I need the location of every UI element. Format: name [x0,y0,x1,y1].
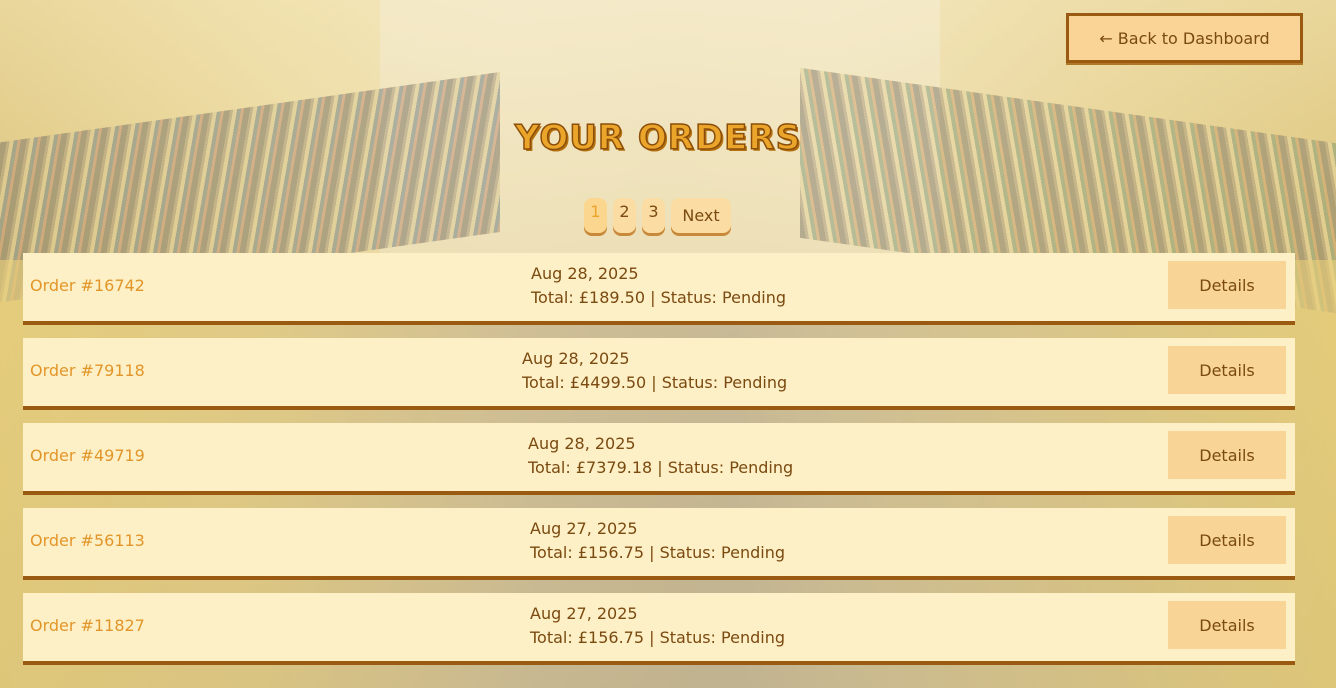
order-meta: Aug 28, 2025 Total: £189.50 | Status: Pe… [531,262,786,310]
details-button[interactable]: Details [1168,516,1286,564]
page-button-3[interactable]: 3 [642,198,665,233]
order-summary: Total: £189.50 | Status: Pending [531,288,786,307]
order-summary: Total: £7379.18 | Status: Pending [528,458,794,477]
order-row: Order #11827 Aug 27, 2025 Total: £156.75… [23,593,1295,665]
pagination: 1 2 3 Next [584,198,731,233]
order-date: Aug 27, 2025 [530,604,638,623]
order-summary: Total: £4499.50 | Status: Pending [522,373,788,392]
order-id: Order #11827 [30,615,145,635]
page-title: YOUR ORDERS [514,117,802,159]
order-date: Aug 28, 2025 [528,434,636,453]
order-meta: Aug 27, 2025 Total: £156.75 | Status: Pe… [530,517,785,565]
order-id: Order #79118 [30,360,145,380]
details-button[interactable]: Details [1168,431,1286,479]
order-id: Order #16742 [30,275,145,295]
page-button-2[interactable]: 2 [613,198,636,233]
order-row: Order #16742 Aug 28, 2025 Total: £189.50… [23,253,1295,325]
order-summary: Total: £156.75 | Status: Pending [530,628,785,647]
page-button-1[interactable]: 1 [584,198,607,233]
back-to-dashboard-button[interactable]: ← Back to Dashboard [1066,13,1303,63]
order-row: Order #79118 Aug 28, 2025 Total: £4499.5… [23,338,1295,410]
order-meta: Aug 28, 2025 Total: £7379.18 | Status: P… [528,432,793,480]
order-summary: Total: £156.75 | Status: Pending [530,543,785,562]
order-id: Order #49719 [30,445,145,465]
details-button[interactable]: Details [1168,346,1286,394]
order-row: Order #56113 Aug 27, 2025 Total: £156.75… [23,508,1295,580]
order-row: Order #49719 Aug 28, 2025 Total: £7379.1… [23,423,1295,495]
order-date: Aug 27, 2025 [530,519,638,538]
details-button[interactable]: Details [1168,601,1286,649]
order-date: Aug 28, 2025 [531,264,639,283]
order-date: Aug 28, 2025 [522,349,630,368]
orders-list: Order #16742 Aug 28, 2025 Total: £189.50… [23,253,1295,678]
order-meta: Aug 27, 2025 Total: £156.75 | Status: Pe… [530,602,785,650]
order-meta: Aug 28, 2025 Total: £4499.50 | Status: P… [522,347,787,395]
order-id: Order #56113 [30,530,145,550]
next-page-button[interactable]: Next [671,198,731,233]
details-button[interactable]: Details [1168,261,1286,309]
